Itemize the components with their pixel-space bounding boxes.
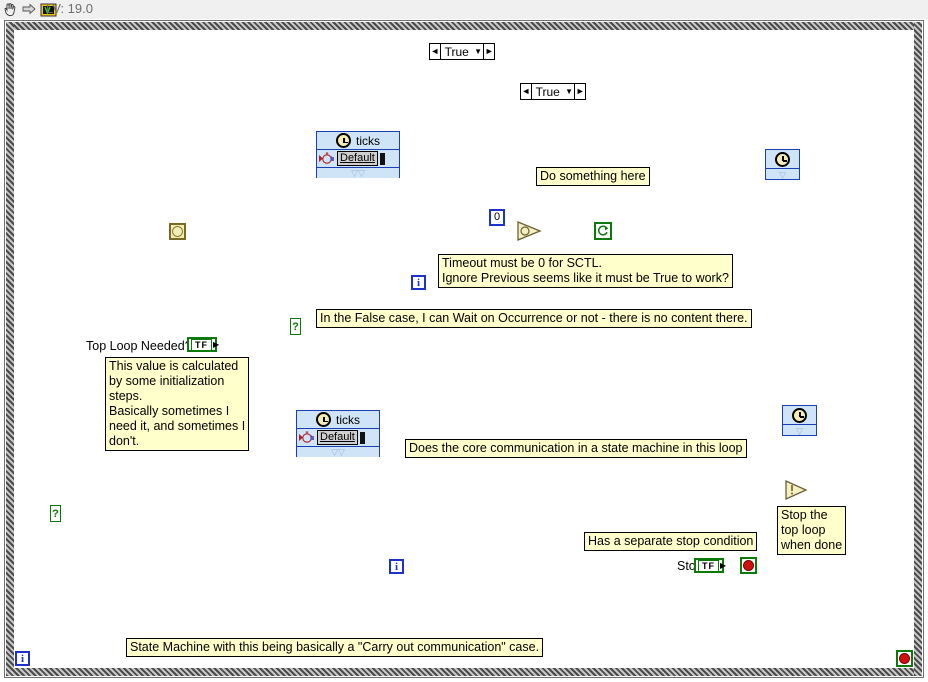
initialization-note-comment: This value is calculated by some initial… [105,357,249,451]
false-case-comment: In the False case, I can Wait on Occurre… [316,309,752,328]
btl-period-value[interactable]: Default [317,430,358,445]
stop-condition-comment: Has a separate stop condition [584,532,758,551]
occurrence-wire-branch-vertical [267,231,269,486]
occurrence-function-node[interactable] [517,220,543,242]
bottom-loop-tunnel-right[interactable] [762,478,772,491]
bottom-loop-stop-button-icon[interactable] [740,557,757,574]
tl-period-value[interactable]: Default [337,151,378,166]
top-timed-loop[interactable] [395,126,795,271]
case-border-left [49,54,58,639]
bottom-timed-loop-config-node[interactable]: ticks Default ▽▽ [296,410,380,457]
clock-icon [336,133,351,148]
inner-case-border-bottom [289,339,817,348]
case-next-arrow[interactable]: ► [483,44,494,59]
toolbar: LV: 19.0 [0,0,928,19]
bottom-timed-loop-iteration-terminal: i [389,559,404,574]
inner-case-selector[interactable]: ◄ True ▼ ► [520,83,586,100]
clock-icon [316,412,331,427]
set-occurrence-icon[interactable] [785,479,809,501]
occurrence-boolean-wire [541,231,594,233]
tl-period-terminal [379,152,385,165]
tl-expand-row[interactable]: ▽▽ [317,168,399,178]
stop-boolean-control[interactable]: TF ▶ [694,558,727,573]
clock-icon [775,151,790,167]
hand-cursor-icon[interactable] [2,2,18,18]
block-diagram-canvas[interactable]: ◄ True ▼ ► ? ◄ True ▼ ► ? ticks Default … [4,20,924,678]
btl-source-row: ticks [297,411,379,429]
inner-case-next-arrow[interactable]: ► [574,84,585,99]
stop-wire [725,565,740,567]
bottom-loop-tunnel-left[interactable] [374,478,384,491]
chevron-down-icon[interactable]: ▽▽ [331,448,345,457]
bottom-timed-loop-right-node[interactable]: ▽ [782,405,817,436]
btl-expand-row[interactable]: ▽▽ [297,447,379,457]
do-something-comment: Do something here [536,167,650,186]
stop-dot [743,560,754,571]
chevron-down-icon[interactable]: ▽ [796,426,803,435]
chevron-down-icon[interactable]: ▼ [473,47,484,56]
state-machine-comment: State Machine with this being basically … [126,638,544,657]
top-timed-loop-config-node[interactable]: ticks Default ▽▽ [316,131,400,178]
chevron-down-icon[interactable]: ▽ [779,170,786,179]
case-prev-arrow[interactable]: ◄ [430,44,441,59]
top-timed-loop-right-node[interactable]: ▽ [765,149,800,180]
outer-loop-stop-button-icon[interactable] [896,650,913,667]
stop-dot [899,653,910,664]
top-loop-needed-wire [218,344,290,346]
tl-period-row[interactable]: Default [317,150,399,168]
btl-right-clock-row [783,406,816,425]
zero-constant[interactable]: 0 [489,209,506,226]
top-loop-needed-value: TF [191,338,212,351]
inner-case-border-right [808,93,817,348]
timeout-note-comment: Timeout must be 0 for SCTL. Ignore Previ… [438,254,733,288]
inner-case-selector-terminal[interactable]: ? [290,318,301,335]
inner-case-border-left [289,93,298,348]
top-loop-needed-label: Top Loop Needed? [86,339,192,353]
clock-icon [792,407,807,423]
core-communication-comment: Does the core communication in a state m… [405,439,747,458]
timed-loop-tunnel-left[interactable] [396,224,406,238]
wait-on-occurrence-icon[interactable] [594,222,612,240]
stop-tf-value: TF [698,559,719,572]
tl-right-clock-row [766,150,799,169]
stop-top-loop-comment: Stop the top loop when done [777,506,847,555]
top-timed-loop-inner-border [399,130,791,267]
btl-period-terminal [359,431,365,444]
occurrence-ring [172,226,183,237]
inner-case-prev-arrow[interactable]: ◄ [521,84,532,99]
occurrence-wire-bottom-horizontal [267,484,787,486]
terminal-arrow-icon: ▶ [213,340,220,349]
outer-loop-iteration-terminal: i [15,651,30,666]
outer-case-selector-terminal[interactable]: ? [50,505,61,522]
inner-case-selector-label: True [535,84,560,99]
lv-version-label: LV: 19.0 [46,1,93,16]
chevron-down-icon[interactable]: ▽▽ [351,169,365,178]
outer-case-selector[interactable]: ◄ True ▼ ► [429,43,495,60]
btl-source-label: ticks [336,412,360,427]
tl-source-row: ticks [317,132,399,150]
stopwatch-icon [299,431,314,443]
top-loop-needed-control[interactable]: TF ▶ [187,337,220,352]
tl-right-expand-row[interactable]: ▽ [766,169,799,180]
occurrence-refnum-constant-icon[interactable] [169,223,186,240]
btl-period-row[interactable]: Default [297,429,379,447]
inner-chevron-down-icon[interactable]: ▼ [564,87,575,96]
stopwatch-icon [319,152,334,164]
terminal-arrow-icon: ▶ [720,561,727,570]
case-tunnel-left[interactable] [290,224,300,238]
top-timed-loop-iteration-terminal: i [411,275,426,290]
case-selector-label: True [444,44,469,59]
arrow-right-icon[interactable] [21,2,37,18]
btl-right-expand-row[interactable]: ▽ [783,425,816,436]
tl-source-label: ticks [356,133,380,148]
case-border-right [867,54,876,639]
